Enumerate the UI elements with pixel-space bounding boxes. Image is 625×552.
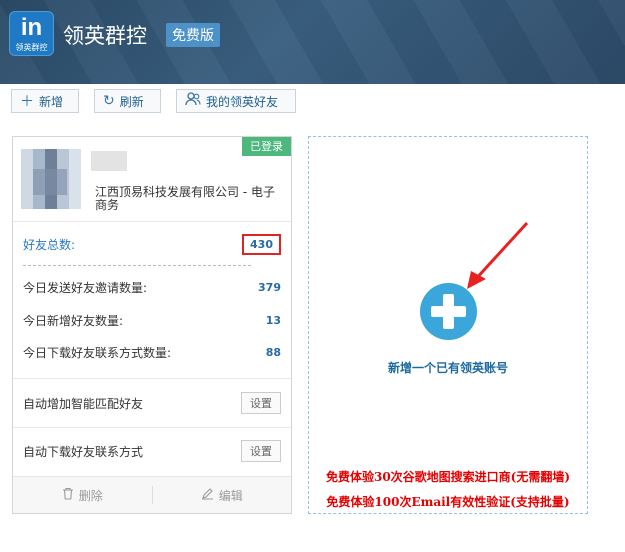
stat-row: 今日新增好友数量: 13 — [23, 310, 281, 330]
company-name: 江西顶易科技发展有限公司 - 电子商务 — [95, 185, 275, 212]
status-badge: 已登录 — [242, 137, 291, 156]
divider — [13, 221, 291, 222]
stat-row: 今日发送好友邀请数量: 379 — [23, 277, 281, 297]
logo-caption: 领英群控 — [15, 43, 48, 52]
promo-email-verify[interactable]: 免费体验100次Email有效性验证(支持批量) — [309, 493, 587, 510]
account-name-blurred — [91, 151, 127, 171]
delete-button[interactable]: 删除 — [13, 487, 152, 504]
setting-row: 自动增加智能匹配好友 设置 — [23, 391, 281, 415]
divider — [13, 378, 291, 379]
add-account-panel[interactable]: 新增一个已有领英账号 免费体验30次谷歌地图搜索进口商(无需翻墙) 免费体验10… — [308, 136, 588, 514]
delete-label: 删除 — [78, 488, 103, 503]
card-footer: 删除 编辑 — [13, 476, 291, 513]
avatar — [21, 149, 81, 209]
my-friends-button[interactable]: 我的领英好友 — [176, 89, 296, 113]
add-account-label: 新增 — [39, 94, 64, 109]
setting-row: 自动下载好友联系方式 设置 — [23, 439, 281, 463]
stat-label: 今日发送好友邀请数量: — [23, 280, 148, 295]
refresh-button[interactable]: ↻ 刷新 — [94, 89, 161, 113]
add-account-button[interactable]: ＋ 新增 — [11, 89, 79, 113]
stat-label: 今日新增好友数量: — [23, 313, 124, 328]
friends-total-value: 430 — [242, 233, 281, 255]
app-title: 领英群控 — [63, 24, 147, 48]
add-account-label[interactable]: 新增一个已有领英账号 — [309, 359, 587, 376]
auto-download-settings-button[interactable]: 设置 — [241, 440, 281, 462]
plus-icon: ＋ — [20, 94, 34, 110]
setting-label: 自动增加智能匹配好友 — [23, 396, 144, 411]
friends-total-label: 好友总数: — [23, 237, 76, 252]
promo-google-maps[interactable]: 免费体验30次谷歌地图搜索进口商(无需翻墙) — [309, 468, 587, 485]
stat-label: 今日下载好友联系方式数量: — [23, 345, 172, 360]
stat-row: 今日下载好友联系方式数量: 88 — [23, 342, 281, 362]
refresh-icon: ↻ — [103, 93, 115, 109]
logo-in-text: in — [20, 14, 43, 41]
stat-value: 379 — [258, 280, 281, 294]
stat-value: 13 — [265, 313, 281, 327]
refresh-label: 刷新 — [119, 94, 144, 109]
auto-match-settings-button[interactable]: 设置 — [241, 392, 281, 414]
account-card: 已登录 江西顶易科技发展有限公司 - 电子商务 好友总数: 430 今日发送好友… — [12, 136, 292, 514]
add-account-plus-button[interactable] — [420, 283, 477, 340]
edition-badge: 免费版 — [166, 23, 220, 47]
edit-label: 编辑 — [218, 488, 243, 503]
arrow-pointer-icon — [467, 221, 529, 289]
friends-total-row: 好友总数: 430 — [23, 233, 281, 255]
toolbar: ＋ 新增 ↻ 刷新 我的领英好友 — [0, 84, 625, 124]
users-icon — [185, 92, 201, 110]
divider — [13, 427, 291, 428]
setting-label: 自动下载好友联系方式 — [23, 444, 144, 459]
stat-value: 88 — [265, 345, 281, 359]
edit-button[interactable]: 编辑 — [153, 487, 292, 504]
my-friends-label: 我的领英好友 — [206, 94, 279, 109]
dashed-divider — [23, 265, 251, 266]
app-header: in 领英群控 领英群控 免费版 — [0, 0, 625, 84]
pencil-icon — [201, 487, 214, 503]
app-logo: in 领英群控 — [9, 11, 54, 56]
trash-icon — [62, 487, 74, 503]
